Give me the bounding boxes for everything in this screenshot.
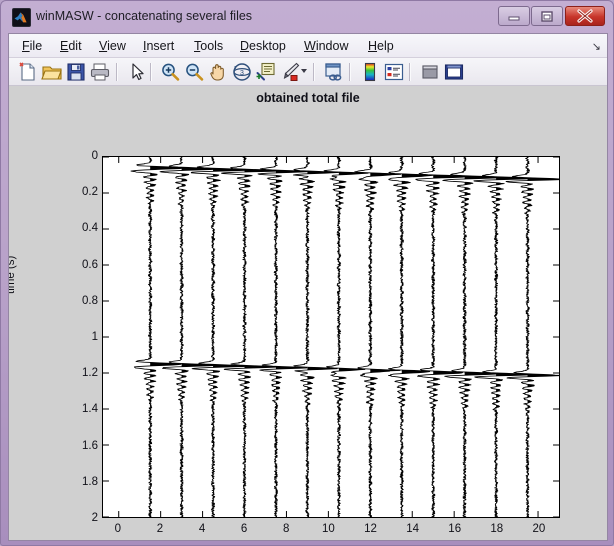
svg-text:3: 3 <box>240 70 244 77</box>
menu-window[interactable]: Window <box>299 37 353 55</box>
data-cursor-icon[interactable] <box>255 61 277 83</box>
save-figure-icon[interactable] <box>65 61 87 83</box>
show-plot-tools-icon[interactable] <box>443 61 465 83</box>
edit-plot-arrow-icon[interactable] <box>126 61 148 83</box>
seismic-trace <box>292 157 340 517</box>
print-figure-icon[interactable] <box>89 61 111 83</box>
y-tick-label: 1.8 <box>82 475 98 488</box>
seismic-trace <box>415 157 466 517</box>
seismic-trace <box>159 157 219 517</box>
x-tick-label: 8 <box>283 523 290 535</box>
y-tick-label: 1.4 <box>82 403 98 416</box>
y-tick-label: 1.6 <box>82 439 98 452</box>
brush-color-dropdown-icon[interactable] <box>301 69 307 73</box>
matlab-logo-icon <box>12 8 31 27</box>
rotate-3d-icon[interactable]: 3 <box>231 61 253 83</box>
x-tick-label: 6 <box>240 523 248 535</box>
menu-help[interactable]: Help <box>363 37 399 55</box>
y-tick-label: 0 <box>91 150 98 162</box>
x-tick-label: 12 <box>364 523 377 535</box>
x-tick-label: 10 <box>321 523 335 535</box>
seismic-trace <box>388 157 434 517</box>
pan-hand-icon[interactable] <box>207 61 229 83</box>
y-tick-label: 2 <box>91 512 98 524</box>
seismic-trace <box>505 157 559 517</box>
menu-file[interactable]: File <box>17 37 47 55</box>
x-tick-label: 2 <box>156 523 164 535</box>
zoom-in-icon[interactable] <box>159 61 181 83</box>
y-axis-label: time (s) <box>9 255 17 294</box>
menu-edit[interactable]: Edit <box>55 37 87 55</box>
figure-canvas: obtained total file time (s) 0 0.2 0.4 0.6 0… <box>9 86 607 540</box>
x-tick-label: 18 <box>490 523 504 535</box>
client-area: File Edit View Insert Tools Desktop Wind… <box>8 33 608 541</box>
open-file-icon[interactable] <box>41 61 63 83</box>
seismic-wiggle-traces <box>103 157 559 517</box>
menu-insert[interactable]: Insert <box>138 37 179 55</box>
menu-bar: File Edit View Insert Tools Desktop Wind… <box>9 34 607 58</box>
menu-desktop[interactable]: Desktop <box>235 37 291 55</box>
toolbar-separator-4 <box>349 63 351 81</box>
seismic-trace <box>323 157 369 517</box>
maximize-icon[interactable] <box>531 6 563 26</box>
hide-plot-tools-icon[interactable] <box>419 61 441 83</box>
seismic-trace <box>257 157 309 517</box>
y-tick-label: 0.6 <box>82 258 98 271</box>
x-tick-label: 0 <box>114 523 121 535</box>
x-tick-label: 4 <box>198 523 206 535</box>
brush-icon[interactable] <box>279 61 301 83</box>
menu-tools[interactable]: Tools <box>189 37 228 55</box>
figure-window: winMASW - concatenating several files Fi… <box>0 0 614 546</box>
zoom-out-icon[interactable] <box>183 61 205 83</box>
x-tick-label: 20 <box>532 523 546 535</box>
menu-view[interactable]: View <box>94 37 131 55</box>
y-tick-label: 1 <box>91 331 98 343</box>
toolbar-separator-1 <box>116 63 118 81</box>
y-tick-label: 1.2 <box>82 367 98 380</box>
toolbar-separator-5 <box>409 63 411 81</box>
link-plot-icon[interactable] <box>323 61 345 83</box>
toolbar: 3 <box>9 58 607 86</box>
minimize-icon[interactable] <box>498 6 530 26</box>
new-figure-icon[interactable] <box>17 61 39 83</box>
x-tick-label: 14 <box>406 523 419 535</box>
y-tick-label: 0.2 <box>82 186 98 199</box>
y-tick-label: 0.4 <box>82 222 98 235</box>
toolbar-separator-2 <box>150 63 152 81</box>
window-title: winMASW - concatenating several files <box>36 9 253 23</box>
y-tick-label: 0.8 <box>82 294 98 307</box>
x-tick-label: 16 <box>448 523 462 535</box>
colorbar-icon[interactable] <box>359 61 381 83</box>
toolbar-separator-3 <box>313 63 315 81</box>
y-axis-ticks: 0 0.2 0.4 0.6 0.8 1 1.2 1.4 1.6 1.8 2 <box>42 150 98 524</box>
x-axis-ticks: 0 2 4 6 8 10 12 14 16 18 20 <box>102 523 560 539</box>
menu-overflow-icon[interactable]: ↘ <box>592 40 601 53</box>
plot-axes[interactable] <box>102 156 560 518</box>
title-bar[interactable]: winMASW - concatenating several files <box>5 4 611 30</box>
chart-title: obtained total file <box>256 91 360 105</box>
seismic-trace <box>130 157 186 517</box>
close-icon[interactable] <box>565 6 605 26</box>
seismic-trace <box>442 157 504 517</box>
legend-icon[interactable] <box>383 61 405 83</box>
seismic-trace <box>354 157 402 517</box>
